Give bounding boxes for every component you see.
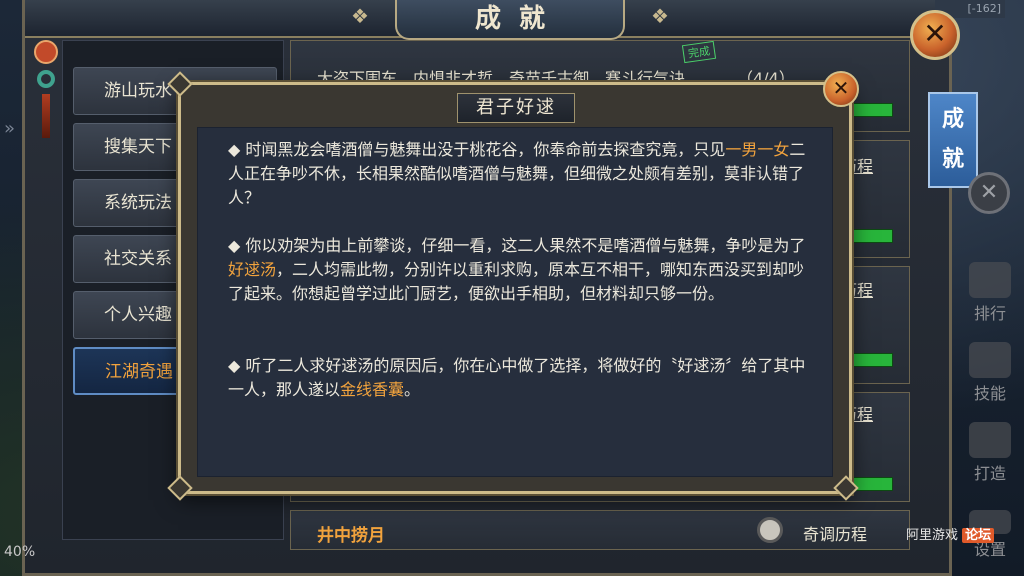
window-title: 成就	[395, 0, 625, 40]
watermark-text: 阿里游戏	[906, 528, 959, 543]
dialog-title: 君子好逑	[457, 93, 575, 123]
story-paragraph: ◆ 时闻黑龙会嗜酒僧与魅舞出没于桃花谷，你奉命前去探查究竟，只见一男一女二人正在…	[228, 138, 818, 210]
paragraph-text: ◆ 时闻黑龙会嗜酒僧与魅舞出没于桃花谷，你奉命前去探查究竟，只见	[228, 140, 726, 159]
ranking-button[interactable]: 排行	[960, 262, 1020, 323]
button-label: 技能	[973, 384, 1006, 403]
watermark: 阿里游戏 论坛	[906, 524, 995, 543]
story-paragraph: ◆ 你以劝架为由上前攀谈，仔细一看，这二人果然不是嗜酒僧与魅舞，争吵是为了好逑汤…	[228, 234, 818, 306]
button-label: 打造	[973, 464, 1006, 483]
highlight-text: 好逑汤	[228, 260, 277, 279]
paragraph-text: ◆ 你以劝架为由上前攀谈，仔细一看，这二人果然不是嗜酒僧与魅舞，争吵是为了	[228, 236, 806, 255]
title-ornament-right-icon: ❖	[651, 4, 669, 28]
completed-stamp: 完成	[681, 40, 717, 64]
skills-button[interactable]: 技能	[960, 342, 1020, 403]
highlight-text: 金线香囊	[340, 380, 405, 399]
paragraph-text: ◆ 听了二人求好逑汤的原因后，你在心中做了选择，将做好的〝好逑汤〞给了其中一人，…	[228, 356, 806, 399]
paragraph-text: ，二人均需此物，分别许以重利求购，原本互不相干，哪知东西没买到却吵了起来。你想起…	[228, 260, 805, 303]
tab-label: 就	[941, 147, 964, 172]
title-ornament-left-icon: ❖	[351, 4, 369, 28]
forge-button[interactable]: 打造	[960, 422, 1020, 483]
list-item-title: 井中捞月	[317, 526, 385, 546]
list-item: 井中捞月 奇调历程	[290, 510, 910, 550]
tab-label: 成	[941, 107, 964, 132]
scroll-icon	[969, 262, 1011, 298]
pendant-ornament-icon	[34, 40, 58, 150]
history-link[interactable]: 奇调历程	[803, 521, 867, 545]
highlight-text: 一男一女	[725, 140, 790, 159]
event-dialog: 君子好逑 ✕ ◆ 时闻黑龙会嗜酒僧与魅舞出没于桃花谷，你奉命前去探查究竟，只见一…	[167, 71, 859, 501]
tab-achievement[interactable]: 成 就	[928, 92, 978, 188]
story-paragraph: ◆ 听了二人求好逑汤的原因后，你在心中做了选择，将做好的〝好逑汤〞给了其中一人，…	[228, 354, 818, 402]
battery-status: 40%	[4, 544, 36, 560]
close-circle-icon[interactable]: ✕	[968, 172, 1010, 214]
double-chevron-icon[interactable]: »	[4, 118, 15, 139]
dialog-body: ◆ 时闻黑龙会嗜酒僧与魅舞出没于桃花谷，你奉命前去探查究竟，只见一男一女二人正在…	[197, 127, 833, 477]
hammer-icon	[969, 422, 1011, 458]
watermark-badge: 论坛	[962, 528, 995, 543]
paragraph-text: 。	[404, 380, 421, 399]
eye-icon[interactable]	[757, 517, 783, 543]
book-icon	[969, 342, 1011, 378]
button-label: 排行	[973, 304, 1006, 323]
dialog-close-button[interactable]: ✕	[823, 71, 859, 107]
